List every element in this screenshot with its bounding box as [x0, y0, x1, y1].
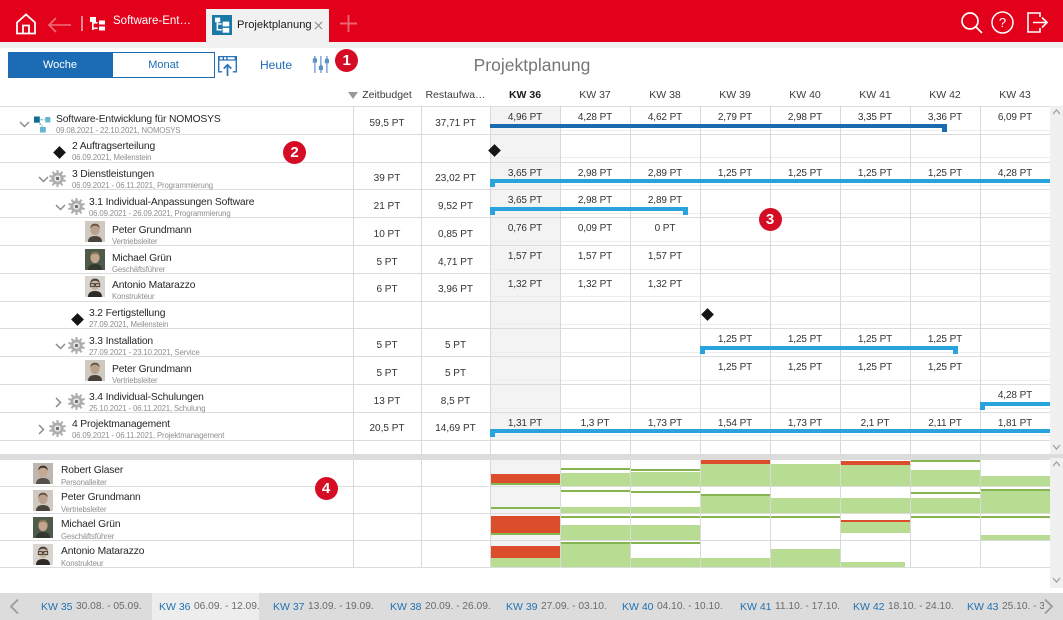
svg-text:?: ?: [999, 15, 1006, 30]
